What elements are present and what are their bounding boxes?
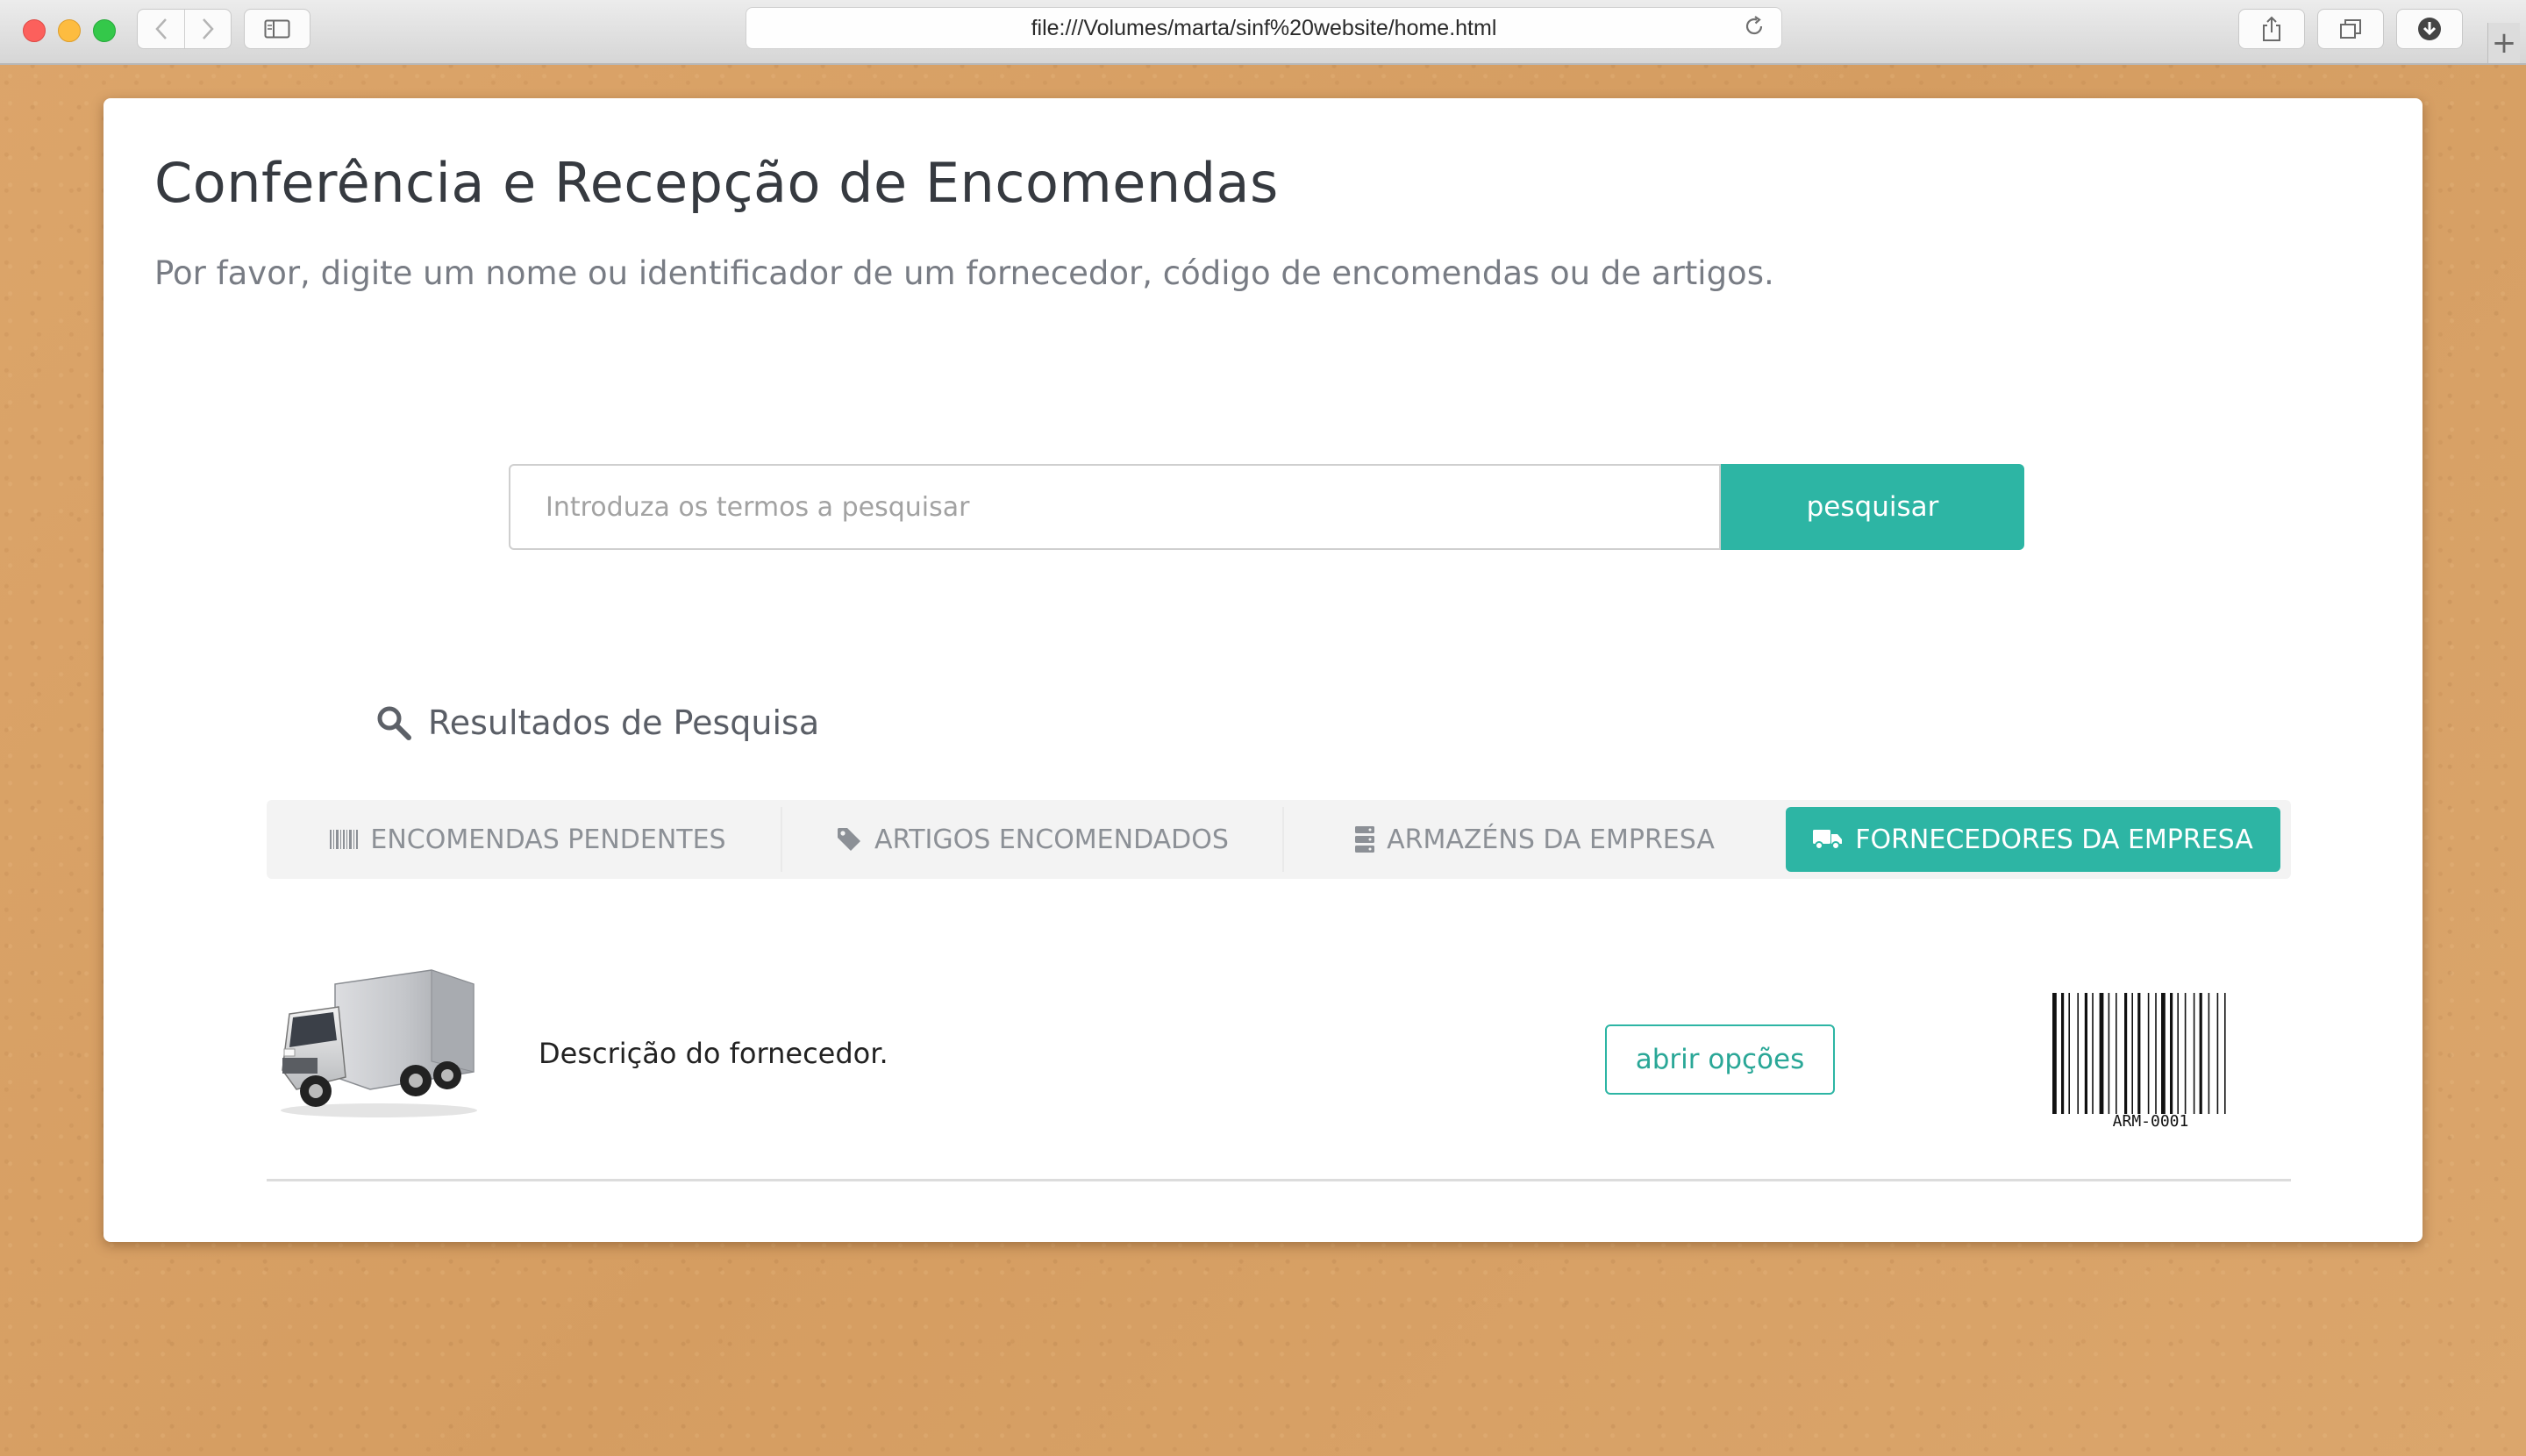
tag-icon — [838, 828, 861, 851]
main-card: Conferência e Recepção de Encomendas Por… — [103, 98, 2423, 1242]
show-tabs-button[interactable] — [2317, 9, 2384, 49]
reload-icon[interactable] — [1741, 15, 1767, 41]
tab-artigos-encomendados[interactable]: ARTIGOS ENCOMENDADOS — [782, 807, 1284, 872]
address-bar[interactable]: file:///Volumes/marta/sinf%20website/hom… — [746, 7, 1782, 49]
new-tab-button[interactable]: + — [2487, 23, 2520, 63]
results-title: Resultados de Pesquisa — [428, 703, 820, 742]
search-icon — [377, 706, 411, 740]
history-nav — [137, 9, 232, 49]
tab-label: ARTIGOS ENCOMENDADOS — [874, 824, 1229, 855]
tabs-icon — [2340, 19, 2361, 39]
download-icon — [2418, 18, 2441, 40]
tab-label: ENCOMENDAS PENDENTES — [370, 824, 726, 855]
barcode-icon — [330, 830, 359, 849]
truck-icon — [1813, 830, 1843, 850]
truck-image — [281, 969, 477, 1117]
tab-armazens-da-empresa[interactable]: ARMAZÉNS DA EMPRESA — [1284, 807, 1786, 872]
share-button[interactable] — [2238, 9, 2305, 49]
results-tabs: ENCOMENDAS PENDENTES ARTIGOS ENCOMENDADO… — [267, 800, 2291, 879]
back-button[interactable] — [138, 10, 185, 48]
barcode-label: ARM-0001 — [2112, 1112, 2189, 1131]
share-icon — [2263, 16, 2280, 41]
url-text: file:///Volumes/marta/sinf%20website/hom… — [1031, 16, 1497, 40]
tab-label: FORNECEDORES DA EMPRESA — [1855, 824, 2253, 855]
page-title: Conferência e Recepção de Encomendas — [154, 151, 1279, 215]
barcode-image — [2052, 993, 2226, 1114]
zoom-window-button[interactable] — [93, 19, 116, 42]
tab-fornecedores-da-empresa[interactable]: FORNECEDORES DA EMPRESA — [1786, 807, 2280, 872]
downloads-button[interactable] — [2396, 9, 2463, 49]
results-heading: Resultados de Pesquisa — [375, 703, 819, 742]
tab-label: ARMAZÉNS DA EMPRESA — [1387, 824, 1715, 855]
open-options-button[interactable]: abrir opções — [1605, 1024, 1835, 1095]
supplier-result-row: Descrição do fornecedor. abrir opções AR… — [267, 940, 2291, 1181]
close-window-button[interactable] — [23, 19, 46, 42]
chevron-left-icon — [154, 18, 167, 39]
supplier-description: Descrição do fornecedor. — [539, 1037, 888, 1070]
browser-toolbar: file:///Volumes/marta/sinf%20website/hom… — [0, 0, 2526, 65]
tab-encomendas-pendentes[interactable]: ENCOMENDAS PENDENTES — [275, 807, 782, 872]
chevron-right-icon — [202, 18, 214, 39]
search-input[interactable] — [509, 464, 1721, 550]
page-subtitle: Por favor, digite um nome ou identificad… — [154, 254, 1774, 292]
search-button[interactable]: pesquisar — [1721, 464, 2024, 550]
minimize-window-button[interactable] — [58, 19, 81, 42]
sidebar-toggle-button[interactable] — [244, 9, 310, 49]
sidebar-icon — [264, 19, 290, 39]
server-icon — [1355, 826, 1375, 853]
forward-button[interactable] — [184, 10, 231, 48]
